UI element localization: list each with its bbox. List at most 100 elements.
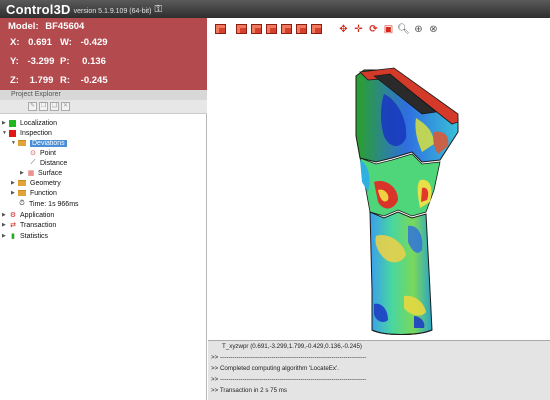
green-square-icon	[9, 119, 16, 127]
tree-item-transaction[interactable]: ▶ ⇄ Transaction	[2, 220, 56, 230]
coordinate-panel: Model: BF45604 X: 0.691 W: -0.429 Y: -3.…	[0, 18, 207, 90]
tree-item-distance[interactable]: ⟋ Distance	[29, 158, 68, 168]
w-readout: W: -0.429	[60, 37, 108, 48]
expand-arrow-icon[interactable]: ▶	[11, 190, 18, 196]
view-back-button[interactable]	[235, 23, 248, 36]
tree-item-label: Inspection	[20, 129, 52, 137]
project-tree: ▶ Localization ▼ Inspection ▼ Deviations…	[0, 114, 207, 400]
view-bottom-button[interactable]	[295, 23, 308, 36]
rotate-icon[interactable]: ⟳	[367, 23, 380, 36]
3d-viewer[interactable]: ✥ ✛ ⟳ ▣ 🔍︎ ⊕ ⊗	[208, 18, 550, 340]
collapse-arrow-icon[interactable]: ▼	[11, 140, 18, 146]
edit-icon[interactable]: ✎	[28, 102, 37, 111]
console-line: T_xyzwpr (0.691,-3.299,1.799,-0.429,0.13…	[222, 343, 362, 350]
model-label: Model:	[8, 21, 39, 32]
ruler-icon: ⟋	[30, 159, 36, 166]
copy-icon[interactable]: ❐	[39, 102, 48, 111]
console-line: >> -------------------------------------…	[211, 376, 367, 383]
tree-item-label: Statistics	[20, 232, 49, 240]
pan-icon[interactable]: ✥	[337, 23, 350, 36]
tree-item-label: Deviations	[30, 139, 67, 147]
cube-icon	[266, 24, 277, 34]
tree-item-label: Time: 1s 966ms	[29, 200, 79, 208]
cube-icon	[236, 24, 247, 34]
cube-icon	[215, 24, 226, 34]
tree-item-label: Point	[40, 149, 56, 157]
move-icon[interactable]: ✛	[352, 23, 365, 36]
tree-item-label: Function	[30, 189, 57, 197]
z-readout: Z: 1.799	[10, 75, 53, 86]
tree-item-label: Transaction	[20, 221, 57, 229]
project-explorer-title: Project Explorer	[11, 91, 61, 98]
app-title: Control3D	[6, 1, 71, 17]
application-icon: ⚙	[9, 212, 17, 219]
expand-arrow-icon[interactable]: ▶	[20, 170, 27, 176]
collapse-arrow-icon[interactable]: ▼	[2, 130, 9, 136]
target-icon: ⊙	[30, 150, 36, 157]
view-top-button[interactable]	[280, 23, 293, 36]
expand-arrow-icon[interactable]: ▶	[11, 180, 18, 186]
console-line: >> Completed computing algorithm 'Locate…	[211, 365, 339, 372]
key-icon: ⚿	[154, 3, 163, 15]
tree-item-time: ⏱ Time: 1s 966ms	[18, 199, 79, 209]
tree-item-label: Distance	[40, 159, 68, 167]
tree-item-localization[interactable]: ▶ Localization	[2, 118, 57, 128]
delete-icon[interactable]: ✕	[61, 102, 70, 111]
y-readout: Y: -3.299	[10, 56, 54, 67]
y-label: Y:	[10, 56, 19, 67]
expand-arrow-icon[interactable]: ▶	[2, 212, 9, 218]
z-label: Z:	[10, 75, 19, 86]
cube-icon	[296, 24, 307, 34]
p-label: P:	[60, 56, 70, 67]
expand-arrow-icon[interactable]: ▶	[2, 222, 9, 228]
tree-item-label: Geometry	[30, 179, 61, 187]
app-version: version 5.1.9.109 (64-bit)	[73, 7, 152, 15]
bar-chart-icon: ▮	[11, 233, 15, 240]
view-left-button[interactable]	[250, 23, 263, 36]
surface-icon: ▦	[27, 170, 35, 177]
view-right-button[interactable]	[265, 23, 278, 36]
cube-icon	[311, 24, 322, 34]
folder-icon	[18, 140, 26, 146]
tree-item-point[interactable]: ⊙ Point	[29, 148, 56, 158]
transaction-icon: ⇄	[10, 222, 16, 229]
zoom-fit-icon[interactable]: ⊗	[427, 23, 440, 36]
tree-item-statistics[interactable]: ▶ ▮ Statistics	[2, 231, 48, 241]
tree-item-function[interactable]: ▶ Function	[11, 188, 57, 198]
tree-item-application[interactable]: ▶ ⚙ Application	[2, 210, 54, 220]
w-label: W:	[60, 37, 72, 48]
cube-icon	[281, 24, 292, 34]
camera-icon[interactable]: ▣	[382, 23, 395, 36]
view-front-button[interactable]	[214, 23, 227, 36]
view-iso-button[interactable]	[310, 23, 323, 36]
x-label: X:	[10, 37, 20, 48]
zoom-in-icon[interactable]: ⊕	[412, 23, 425, 36]
r-label: R:	[60, 75, 71, 86]
x-value: 0.691	[28, 37, 52, 48]
p-value: 0.136	[82, 56, 106, 67]
y-value: -3.299	[27, 56, 55, 67]
zoom-icon[interactable]: 🔍︎	[397, 23, 410, 36]
tree-item-label: Localization	[20, 119, 57, 127]
r-value: -0.245	[80, 75, 108, 86]
tree-item-surface[interactable]: ▶ ▦ Surface	[20, 168, 62, 178]
folder-icon	[18, 180, 26, 186]
tree-item-label: Application	[20, 211, 55, 219]
r-readout: R: -0.245	[60, 75, 108, 86]
tree-item-deviations[interactable]: ▼ Deviations	[11, 138, 67, 148]
cube-icon	[251, 24, 262, 34]
p-readout: P: 0.136	[60, 56, 106, 67]
z-value: 1.799	[29, 75, 54, 86]
expand-arrow-icon[interactable]: ▶	[2, 233, 9, 239]
paste-icon[interactable]: ❏	[50, 102, 59, 111]
deviation-color-map[interactable]	[208, 40, 550, 340]
tree-item-label: Surface	[38, 169, 63, 177]
model-value: BF45604	[45, 21, 85, 32]
expand-arrow-icon[interactable]: ▶	[2, 120, 9, 126]
tree-item-inspection[interactable]: ▼ Inspection	[2, 128, 52, 138]
w-value: -0.429	[80, 37, 108, 48]
output-console: T_xyzwpr (0.691,-3.299,1.799,-0.429,0.13…	[208, 340, 550, 400]
project-explorer-toolbar: ✎ ❐ ❏ ✕	[0, 100, 207, 114]
tree-item-geometry[interactable]: ▶ Geometry	[11, 178, 61, 188]
red-square-icon	[9, 129, 16, 137]
